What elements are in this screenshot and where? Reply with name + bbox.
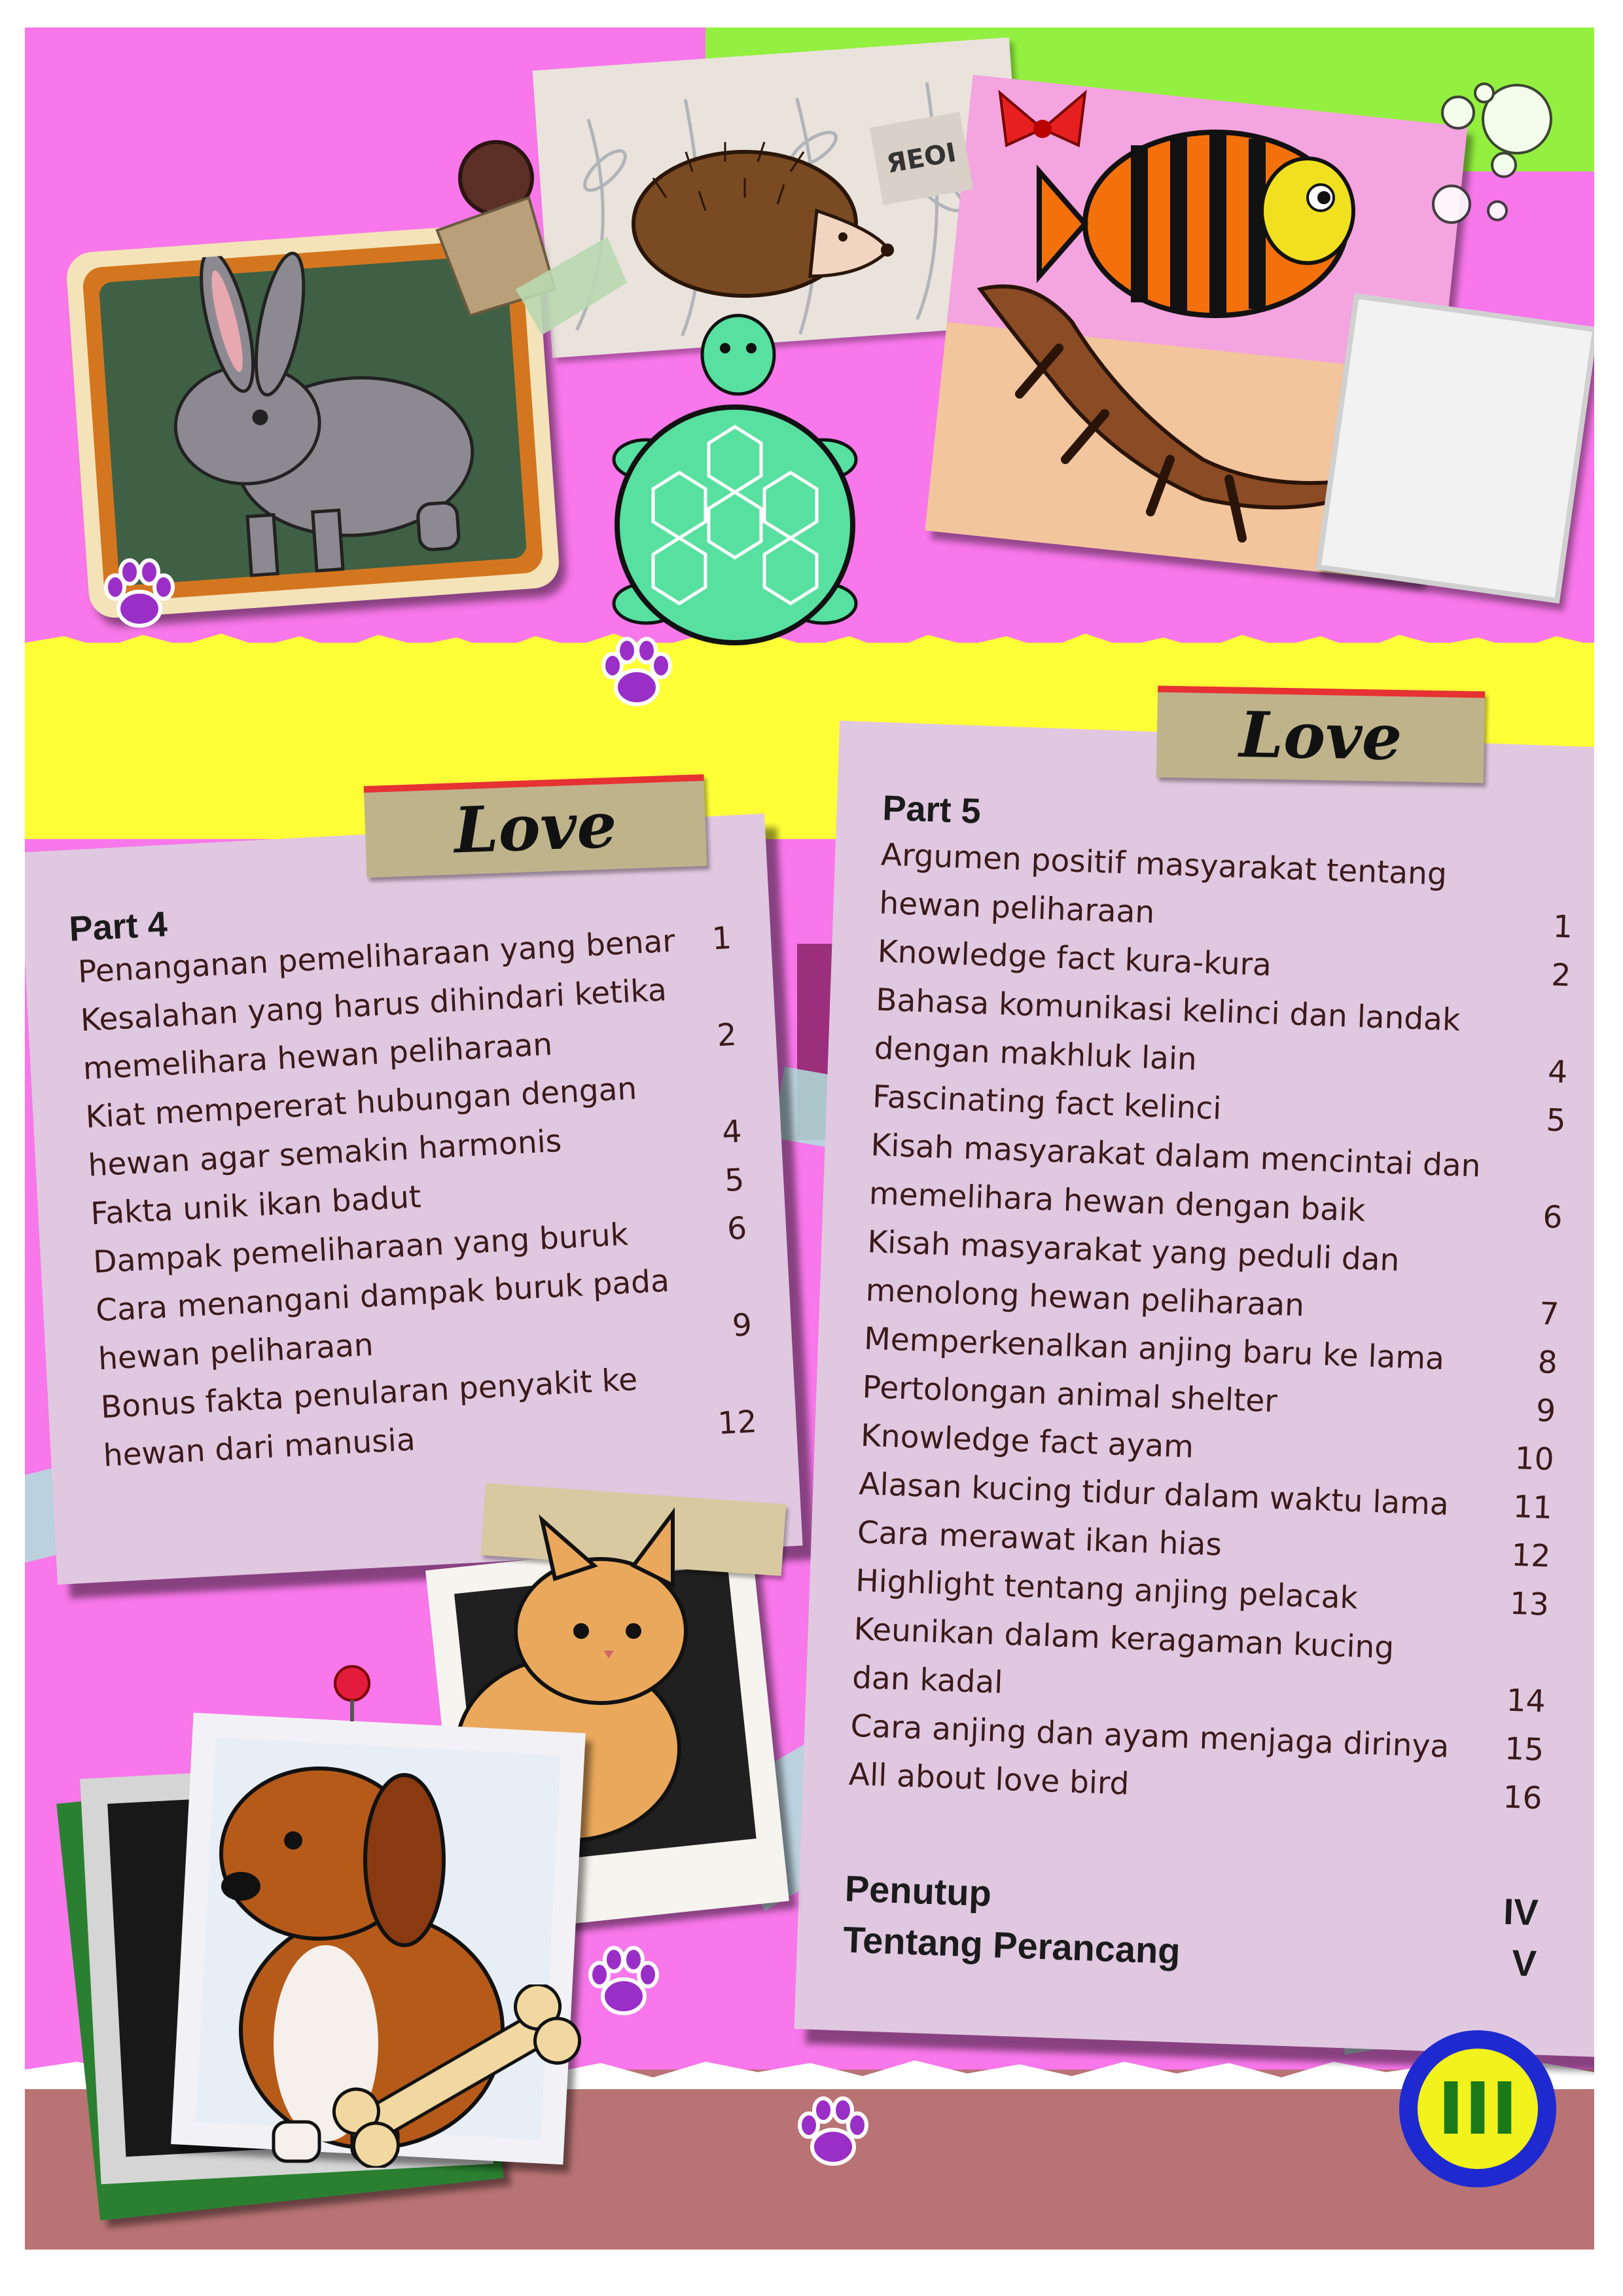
toc-entry-page: 9 — [731, 1307, 753, 1344]
toc-entry-page: 1 — [711, 920, 733, 958]
toc-entry-page: 7 — [1539, 1296, 1560, 1333]
toc-entry-title: Kisah masyarakat yang peduli dan — [866, 1224, 1400, 1279]
toc-entry-page: 16 — [1502, 1779, 1543, 1817]
toc-entry-page: 4 — [1547, 1054, 1569, 1091]
part4-list: Penanganan pemeliharaan yang benar 1 Kesal… — [77, 920, 758, 1474]
toc-entry-page: 5 — [1545, 1102, 1567, 1139]
toc-entry-title: hewan agar semakin harmonis — [87, 1122, 563, 1184]
toc-entry-title: Cara anjing dan ayam menjaga dirinya — [849, 1708, 1450, 1765]
toc-entry[interactable]: Keunikan dalam keragaman kucing dan kadal… — [851, 1611, 1548, 1720]
toc-entry-page: 11 — [1512, 1488, 1553, 1526]
ribbon-bow-icon — [998, 90, 1087, 147]
page-number: III — [1418, 2049, 1538, 2169]
toc-entry-title: Argumen positif masyarakat tentang — [880, 836, 1448, 893]
bubbles-icon — [1432, 82, 1552, 224]
toc-entry-page: 8 — [1537, 1344, 1558, 1381]
bone-icon — [332, 1984, 582, 2168]
turtle-icon — [612, 314, 858, 645]
part5-heading: Part 5 — [882, 788, 982, 831]
toc-entry-title: Fakta unik ikan badut — [90, 1179, 422, 1232]
toc-entry[interactable]: Highlight tentang anjing pelacak 13 — [855, 1563, 1549, 1623]
paw-icon — [791, 2089, 895, 2194]
toc-entry[interactable]: Pertolongan animal shelter 9 — [862, 1369, 1556, 1429]
toc-entry-title: Alasan kucing tidur dalam waktu lama — [858, 1465, 1450, 1523]
toc-entry-page: 10 — [1514, 1440, 1555, 1478]
toc-entry[interactable]: Knowledge fact ayam 10 — [860, 1418, 1554, 1478]
toc-entry[interactable]: Bahasa komunikasi kelinci dan landak deng… — [874, 982, 1569, 1090]
toc-entry[interactable]: Knowledge fact kura-kura 2 — [877, 933, 1571, 994]
toc-entry-title: Bahasa komunikasi kelinci dan landak — [875, 982, 1461, 1039]
page-number-badge: III — [1399, 2030, 1556, 2187]
hedgehog-icon — [632, 141, 894, 298]
toc-entry[interactable]: Argumen positif masyarakat tentang hewan … — [879, 836, 1575, 945]
part4-card: Part 4 Penanganan pemeliharaan yang bena… — [25, 813, 803, 1585]
toc-entry-page: 6 — [1542, 1199, 1563, 1236]
part5-list: Argumen positif masyarakat tentang hewan … — [848, 836, 1575, 1816]
toc-entry-page: 1 — [1552, 908, 1573, 946]
closing-entry[interactable]: Penutup IV — [844, 1867, 1539, 1933]
toc-entry-title: hewan peliharaan — [97, 1327, 374, 1378]
toc-entry-title: Highlight tentang anjing pelacak — [855, 1562, 1359, 1617]
paw-icon — [594, 630, 679, 715]
paw-icon — [97, 551, 182, 636]
toc-entry[interactable]: Penanganan pemeliharaan yang benar 1 — [77, 920, 733, 990]
love-tag-text: Love — [452, 787, 618, 868]
toc-entry-title: hewan dari manusia — [102, 1422, 416, 1475]
love-tag-part5: Love — [1156, 685, 1486, 783]
toc-entry-page: 12 — [717, 1403, 758, 1442]
toc-entry-title: All about love bird — [848, 1756, 1130, 1803]
toc-entry-page: 15 — [1504, 1731, 1544, 1768]
canvas-board — [1315, 293, 1594, 604]
toc-entry-page: 5 — [723, 1162, 745, 1199]
toc-entry-page: 6 — [726, 1210, 748, 1247]
closing-entry-page: V — [1511, 1942, 1537, 1984]
toc-entry[interactable]: Memperkenalkan anjing baru ke lama 8 — [863, 1321, 1558, 1381]
toc-entry[interactable]: Fascinating fact kelinci 5 — [872, 1079, 1566, 1139]
toc-entry-page: 9 — [1535, 1392, 1557, 1429]
fish-label: ЯEOI — [869, 111, 974, 206]
love-tag-part4: Love — [363, 774, 707, 878]
pushpin-icon — [334, 1665, 370, 1721]
love-tag-text: Love — [1238, 697, 1403, 775]
closing-entry[interactable]: Tentang Perancang V — [842, 1918, 1537, 1984]
toc-entry-page: 13 — [1509, 1585, 1550, 1623]
toc-entry-title: Cara merawat ikan hias — [857, 1514, 1222, 1564]
toc-entry-page: 12 — [1510, 1537, 1552, 1575]
closing-list: Penutup IV Tentang Perancang V — [842, 1867, 1539, 1984]
toc-entry[interactable]: Cara anjing dan ayam menjaga dirinya 15 — [850, 1708, 1544, 1768]
paw-icon — [581, 1939, 679, 2037]
toc-entry-title: Fascinating fact kelinci — [872, 1079, 1222, 1127]
toc-entry-title: Knowledge fact ayam — [860, 1417, 1194, 1465]
closing-entry-page: IV — [1503, 1890, 1539, 1933]
closing-entry-title: Penutup — [844, 1867, 992, 1914]
toc-entry-page: 2 — [1550, 957, 1572, 994]
part5-card: Part 5 Argumen positif masyarakat tentan… — [794, 721, 1594, 2057]
toc-entry-title: hewan peliharaan — [878, 885, 1156, 931]
toc-entry-title: Keunikan dalam keragaman kucing — [853, 1611, 1395, 1666]
toc-entry-title: Memperkenalkan anjing baru ke lama — [863, 1321, 1445, 1377]
toc-entry[interactable]: Kisah masyarakat yang peduli dan menolong… — [865, 1224, 1561, 1333]
toc-entry-title: menolong hewan peliharaan — [865, 1272, 1305, 1324]
toc-entry-page: 2 — [716, 1016, 738, 1054]
toc-entry-page: 4 — [721, 1113, 743, 1151]
toc-entry-title: memelihara hewan dengan baik — [868, 1175, 1366, 1229]
toc-entry-title: dengan makhluk lain — [873, 1030, 1198, 1078]
page: ЯEOI Part 4 Penanganan pemeliharaan yang… — [25, 27, 1594, 2250]
toc-entry-title: Pertolongan animal shelter — [861, 1369, 1278, 1420]
part4-heading: Part 4 — [68, 904, 169, 949]
toc-entry[interactable]: Alasan kucing tidur dalam waktu lama 11 — [859, 1466, 1553, 1526]
closing-entry-title: Tentang Perancang — [842, 1918, 1181, 1972]
toc-entry-title: Kisah masyarakat dalam mencintai dan — [870, 1127, 1482, 1185]
toc-entry-page: 14 — [1505, 1682, 1546, 1720]
toc-entry[interactable]: Kisah masyarakat dalam mencintai dan meme… — [868, 1127, 1565, 1236]
toc-entry-title: dan kadal — [851, 1659, 1004, 1701]
toc-entry-title: Knowledge fact kura-kura — [877, 933, 1272, 984]
